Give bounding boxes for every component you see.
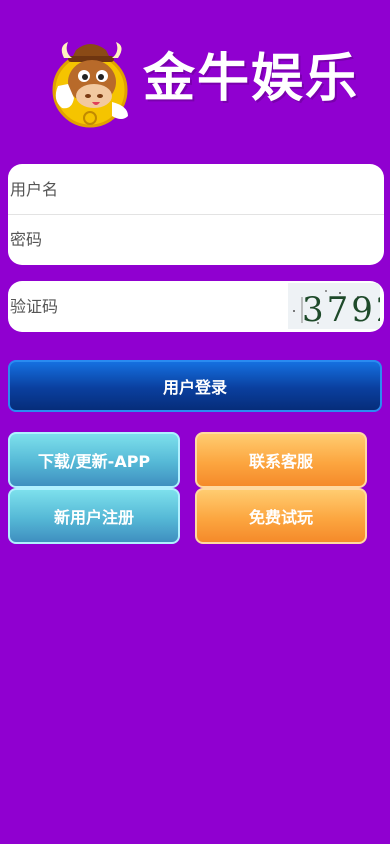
register-button[interactable]: 新用户注册 (8, 488, 180, 544)
brand-title: 金牛娱乐 (143, 49, 360, 109)
username-input[interactable] (10, 179, 384, 199)
username-row (8, 164, 384, 214)
contact-support-button[interactable]: 联系客服 (195, 432, 367, 488)
login-button[interactable]: 用户登录 (8, 360, 382, 412)
password-row (8, 214, 384, 264)
captcha-code: 3792 (302, 290, 380, 329)
login-button-label: 用户登录 (162, 378, 227, 397)
captcha-image[interactable]: 3792 (288, 283, 380, 329)
free-trial-label: 免费试玩 (248, 508, 313, 527)
password-input[interactable] (10, 230, 384, 249)
contact-support-label: 联系客服 (248, 452, 313, 471)
bull-mascot-icon (52, 42, 128, 128)
captcha-card: 3792 (8, 281, 384, 332)
free-trial-button[interactable]: 免费试玩 (195, 488, 367, 544)
download-app-label: 下载/更新-APP (37, 452, 151, 471)
register-label: 新用户注册 (53, 508, 134, 527)
download-app-button[interactable]: 下载/更新-APP (8, 432, 180, 488)
login-card (8, 164, 384, 265)
captcha-input[interactable] (10, 296, 284, 316)
brand-logo: 金牛娱乐 (0, 34, 390, 130)
